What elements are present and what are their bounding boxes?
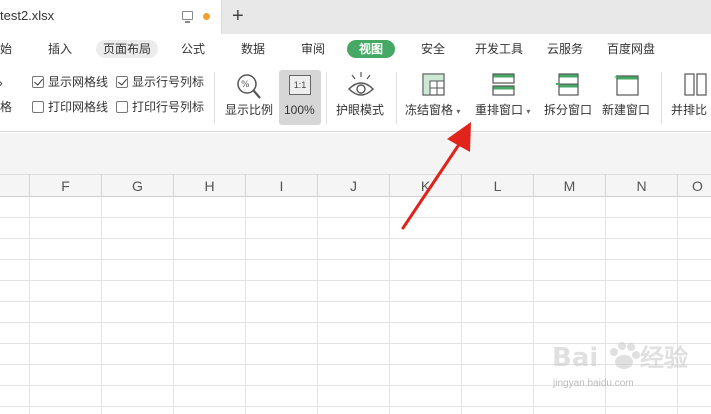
baidu-jingyan-watermark-icon: Bai 经验: [552, 342, 688, 373]
watermark-url: jingyan.baidu.com: [553, 378, 634, 389]
svg-text:Bai: Bai: [552, 343, 598, 373]
svg-text:经验: 经验: [640, 344, 688, 372]
